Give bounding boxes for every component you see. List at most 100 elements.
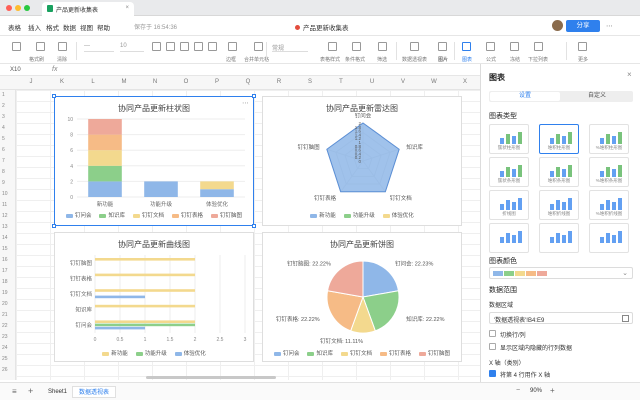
chart-card-bar[interactable]: 协同产品更新柱状图 ⋯ 0 2 4 6 8 10 新功能 功能升级 体验优化 钉问会 知识库 钉钉文…: [52, 94, 256, 228]
legend-item[interactable]: 知识库: [307, 349, 333, 357]
column-header[interactable]: Q: [239, 79, 257, 85]
font-color-icon[interactable]: [194, 42, 203, 51]
sheet-tab-active[interactable]: 数据透视表: [72, 386, 117, 398]
eraser-icon[interactable]: [58, 42, 67, 51]
column-header[interactable]: R: [270, 79, 288, 85]
zoom-out-icon[interactable]: −: [516, 387, 520, 394]
legend-item[interactable]: 体验优化: [174, 349, 206, 357]
column-header[interactable]: U: [363, 79, 381, 85]
column-header[interactable]: P: [208, 79, 226, 85]
horizontal-scrollbar[interactable]: [146, 376, 276, 379]
bold-icon[interactable]: [152, 42, 161, 51]
image-icon[interactable]: [438, 42, 447, 51]
close-tab-icon[interactable]: ×: [125, 5, 129, 11]
chart-type-option[interactable]: 折线图: [489, 190, 529, 220]
add-sheet-icon[interactable]: +: [28, 386, 33, 396]
legend-item[interactable]: 钉钉脑图: [419, 349, 450, 357]
row-header[interactable]: 13: [2, 224, 8, 230]
column-header[interactable]: J: [22, 79, 40, 85]
more-menu-icon[interactable]: ⋯: [606, 22, 613, 30]
strikethrough-icon[interactable]: [180, 42, 189, 51]
sheet-grid[interactable]: 协同产品更新柱状图 ⋯ 0 2 4 6 8 10 新功能 功能升级 体验优化 钉问会 知识库 钉钉文…: [16, 90, 480, 380]
avatar[interactable]: [552, 20, 563, 31]
use-row-as-x-axis-checkbox[interactable]: [489, 370, 496, 377]
chart-type-option[interactable]: 簇状柱形图: [489, 124, 529, 154]
font-size-select[interactable]: 10: [120, 43, 144, 52]
row-header[interactable]: 23: [2, 334, 8, 340]
row-header[interactable]: 19: [2, 290, 8, 296]
legend-item[interactable]: 体验优化: [382, 211, 414, 219]
tab-customize[interactable]: 自定义: [562, 92, 632, 101]
zoom-level[interactable]: 90%: [530, 388, 542, 394]
document-title[interactable]: 产品更新收集表: [295, 22, 349, 32]
maximize-window-button[interactable]: [24, 5, 30, 11]
tab-settings[interactable]: 设置: [490, 92, 560, 101]
chart-color-select[interactable]: ⌄: [489, 267, 633, 279]
row-header[interactable]: 7: [2, 158, 5, 164]
dropdown-list-icon[interactable]: [534, 42, 543, 51]
close-window-button[interactable]: [6, 5, 12, 11]
chart-type-option[interactable]: 堆积柱形图: [539, 124, 579, 154]
more-icon[interactable]: [578, 42, 587, 51]
legend-item[interactable]: 钉钉表格: [172, 211, 203, 219]
resize-handle[interactable]: [52, 224, 56, 228]
menu-insert[interactable]: 插入: [28, 22, 41, 32]
legend-item[interactable]: 知识库: [99, 211, 125, 219]
chart-card-pie[interactable]: 协同产品更新饼图 钉问会: 22.23% 知识库: 22.22% 钉钉文档: 11.…: [262, 232, 462, 362]
menu-format[interactable]: 格式: [46, 22, 59, 32]
legend-item[interactable]: 钉钉文档: [132, 211, 164, 219]
minimize-window-button[interactable]: [15, 5, 21, 11]
column-header[interactable]: O: [177, 79, 195, 85]
cell-reference[interactable]: X10: [10, 67, 21, 73]
font-family-select[interactable]: —: [84, 43, 114, 52]
conditional-format-icon[interactable]: [352, 42, 361, 51]
filter-icon[interactable]: [378, 42, 387, 51]
row-header[interactable]: 3: [2, 114, 5, 120]
legend-item[interactable]: 新功能: [310, 211, 336, 219]
row-header[interactable]: 17: [2, 268, 8, 274]
close-panel-icon[interactable]: ×: [627, 70, 632, 79]
border-icon[interactable]: [228, 42, 237, 51]
more-options-icon[interactable]: ⋯: [242, 99, 249, 107]
zoom-in-icon[interactable]: +: [550, 386, 555, 395]
document-tab[interactable]: 产品更新收集表 ×: [42, 2, 134, 16]
italic-icon[interactable]: [166, 42, 175, 51]
chart-type-option[interactable]: [489, 223, 529, 253]
formula-icon[interactable]: [486, 42, 495, 51]
sheet-list-icon[interactable]: ≡: [12, 387, 17, 396]
legend-item[interactable]: 钉钉表格: [380, 349, 411, 357]
row-header[interactable]: 26: [2, 367, 8, 373]
sheet-tab[interactable]: Sheet1: [42, 386, 73, 398]
switch-row-column-checkbox[interactable]: [489, 330, 496, 337]
resize-handle[interactable]: [252, 224, 256, 228]
fill-color-icon[interactable]: [208, 42, 217, 51]
column-header[interactable]: S: [301, 79, 319, 85]
pivot-icon[interactable]: [410, 42, 419, 51]
menu-table[interactable]: 表格: [8, 22, 21, 32]
row-header[interactable]: 21: [2, 312, 8, 318]
menu-data[interactable]: 数据: [63, 22, 76, 32]
column-header[interactable]: X: [456, 79, 474, 85]
row-header[interactable]: 14: [2, 235, 8, 241]
row-header[interactable]: 4: [2, 125, 5, 131]
column-header[interactable]: W: [425, 79, 443, 85]
legend-item[interactable]: 钉问会: [65, 211, 91, 219]
show-hidden-data-checkbox[interactable]: [489, 343, 496, 350]
row-header[interactable]: 16: [2, 257, 8, 263]
legend-item[interactable]: 钉问会: [273, 349, 299, 357]
row-header[interactable]: 25: [2, 356, 8, 362]
row-header[interactable]: 12: [2, 213, 8, 219]
legend-item[interactable]: 钉钉脑图: [211, 211, 242, 219]
row-header[interactable]: 18: [2, 279, 8, 285]
row-header[interactable]: 1: [2, 92, 5, 98]
column-header[interactable]: M: [115, 79, 133, 85]
chart-type-option[interactable]: [589, 223, 629, 253]
column-header[interactable]: K: [53, 79, 71, 85]
row-header[interactable]: 6: [2, 147, 5, 153]
freeze-icon[interactable]: [510, 42, 519, 51]
row-header[interactable]: 20: [2, 301, 8, 307]
row-header[interactable]: 2: [2, 103, 5, 109]
column-header[interactable]: V: [394, 79, 412, 85]
chart-card-line[interactable]: 协同产品更新曲线图 0 0.5 1 1.5 2 2.5 3 钉钉脑图 钉钉表格 钉钉文档 知识库 钉问…: [54, 232, 254, 362]
merge-icon[interactable]: [254, 42, 263, 51]
